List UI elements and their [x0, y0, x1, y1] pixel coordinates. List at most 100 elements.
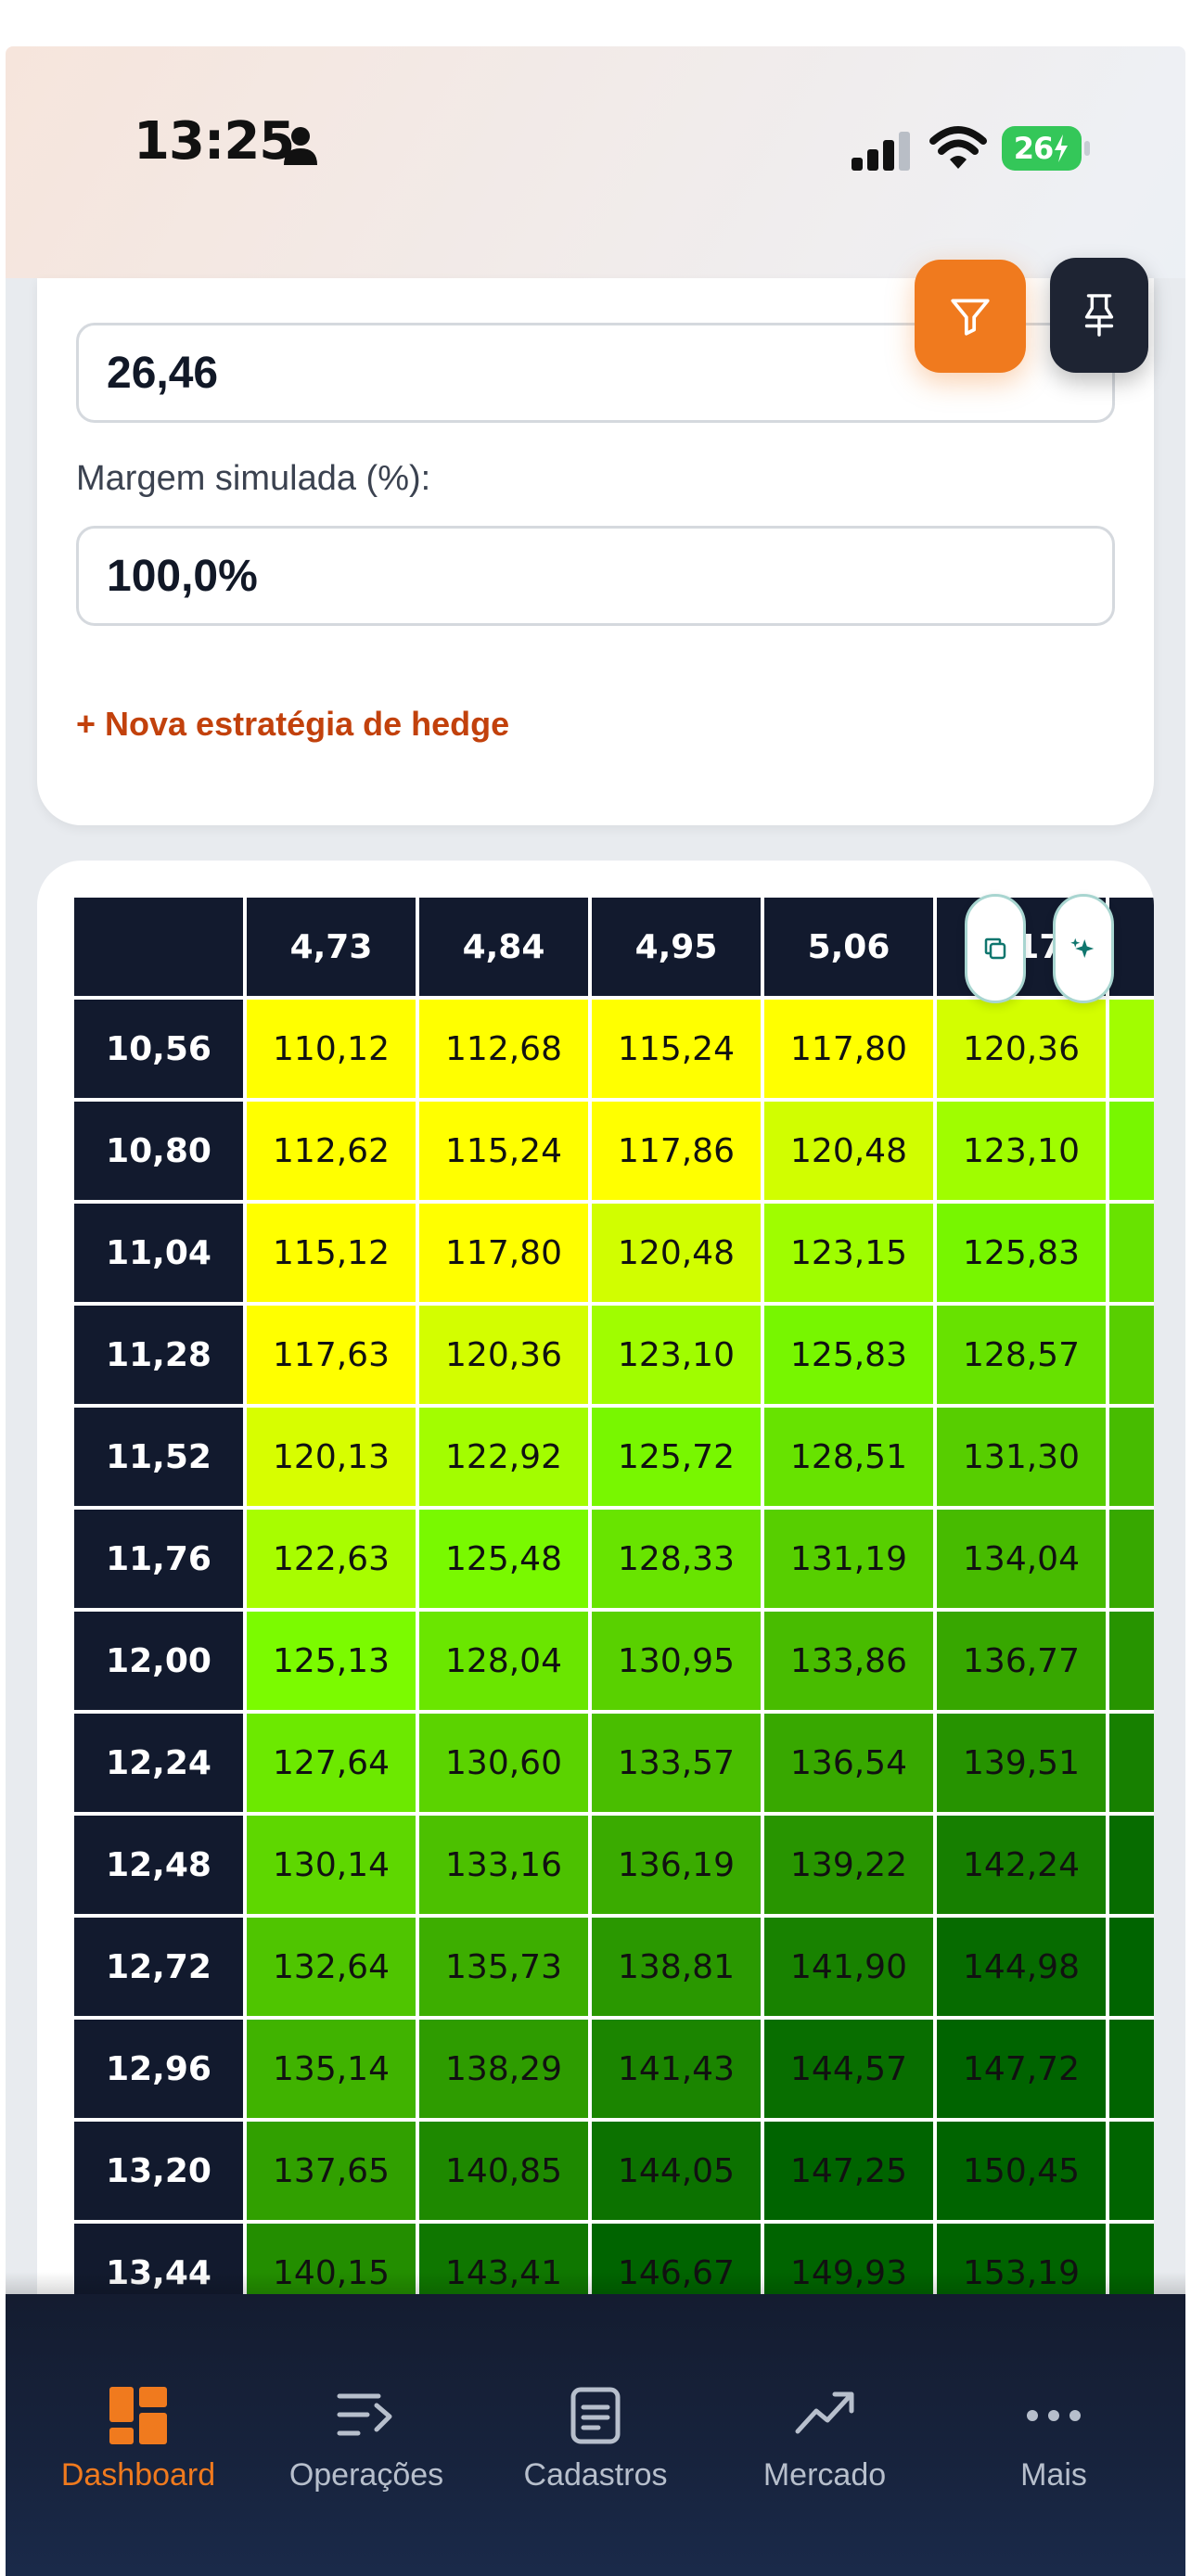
table-cell: 130,14 [247, 1816, 416, 1914]
nav-item-operations[interactable] [255, 2387, 478, 2442]
table-cell: 147,25 [764, 2122, 933, 2220]
table-cell: 130,60 [419, 1714, 588, 1812]
column-header: 4,84 [419, 898, 588, 996]
sparkle-icon [1070, 937, 1095, 958]
row-header: 12,72 [74, 1918, 243, 2016]
row-header: 11,28 [74, 1306, 243, 1404]
table-cell: 14 [1109, 1714, 1154, 1812]
table-cell: 125,83 [937, 1204, 1106, 1302]
table-cell: 147,72 [937, 2020, 1106, 2118]
table-cell: 139,22 [764, 1816, 933, 1914]
nav-label-cadastros: Cadastros [523, 2457, 668, 2493]
column-header: 4,95 [592, 898, 761, 996]
table-corner-cell [74, 898, 243, 996]
copy-button[interactable] [965, 894, 1026, 1003]
row-header: 11,52 [74, 1408, 243, 1506]
table-cell: 123,15 [764, 1204, 933, 1302]
filter-icon [951, 299, 990, 336]
column-header: 5 [1109, 898, 1154, 996]
table-cell: 120,36 [937, 1000, 1106, 1098]
table-cell: 133,57 [592, 1714, 761, 1812]
nav-item-mercado[interactable] [713, 2387, 936, 2437]
table-cell: 13 [1109, 1306, 1154, 1404]
table-cell: 122,63 [247, 1510, 416, 1608]
row-header: 11,76 [74, 1510, 243, 1608]
table-cell: 112,62 [247, 1102, 416, 1200]
wifi-icon [929, 126, 987, 169]
table-cell: 120,48 [592, 1204, 761, 1302]
nav-label-dashboard: Dashboard [60, 2457, 216, 2493]
table-cell: 13 [1109, 1408, 1154, 1506]
filter-button[interactable] [915, 260, 1026, 373]
pin-button[interactable] [1050, 258, 1148, 373]
row-header: 11,04 [74, 1204, 243, 1302]
table-cell: 15 [1109, 2020, 1154, 2118]
table-cell: 13 [1109, 1612, 1154, 1710]
table-cell: 135,73 [419, 1918, 588, 2016]
table-cell: 144,57 [764, 2020, 933, 2118]
table-cell: 141,43 [592, 2020, 761, 2118]
table-cell: 117,86 [592, 1102, 761, 1200]
sensitivity-table[interactable]: 4,734,844,955,065,17510,56110,12112,6811… [74, 898, 1154, 2307]
table-cell: 140,85 [419, 2122, 588, 2220]
table-cell: 131,19 [764, 1510, 933, 1608]
table-cell: 120,48 [764, 1102, 933, 1200]
table-cell: 128,51 [764, 1408, 933, 1506]
table-cell: 127,64 [247, 1714, 416, 1812]
table-cell: 139,51 [937, 1714, 1106, 1812]
table-cell: 112,68 [419, 1000, 588, 1098]
row-header: 13,20 [74, 2122, 243, 2220]
dashboard-icon [109, 2387, 167, 2444]
signal-icon [852, 132, 910, 171]
battery-level: 26 [1013, 131, 1055, 166]
nav-item-mais[interactable] [942, 2387, 1165, 2444]
nav-item-dashboard[interactable] [27, 2387, 250, 2444]
table-cell: 137,65 [247, 2122, 416, 2220]
column-header: 4,73 [247, 898, 416, 996]
table-cell: 13 [1109, 1510, 1154, 1608]
table-cell: 12 [1109, 1000, 1154, 1098]
table-cell: 123,10 [592, 1306, 761, 1404]
table-cell: 125,13 [247, 1612, 416, 1710]
table-cell: 122,92 [419, 1408, 588, 1506]
table-cell: 142,24 [937, 1816, 1106, 1914]
copy-icon [984, 937, 1006, 960]
nav-label-mais: Mais [1020, 2457, 1087, 2493]
operations-icon [337, 2393, 392, 2436]
table-cell: 115,24 [592, 1000, 761, 1098]
battery-indicator: 26 [1002, 126, 1082, 171]
margin-input[interactable]: 100,0% [76, 526, 1115, 626]
table-cell: 141,90 [764, 1918, 933, 2016]
table-cell: 128,04 [419, 1612, 588, 1710]
nav-label-mercado: Mercado [762, 2457, 887, 2493]
table-cell: 120,36 [419, 1306, 588, 1404]
table-cell: 131,30 [937, 1408, 1106, 1506]
new-hedge-strategy-link[interactable]: + Nova estratégia de hedge [76, 705, 509, 744]
table-cell: 123,10 [937, 1102, 1106, 1200]
more-dots-icon [1027, 2410, 1081, 2421]
person-icon [284, 127, 317, 165]
row-header: 12,96 [74, 2020, 243, 2118]
table-cell: 134,04 [937, 1510, 1106, 1608]
status-time: 13:25 [134, 111, 295, 172]
charging-bolt-icon [1055, 134, 1069, 162]
table-cell: 117,63 [247, 1306, 416, 1404]
app-screen: 13:25 26 26,46 Margem simulada (%): 100,… [6, 46, 1185, 2576]
table-cell: 125,72 [592, 1408, 761, 1506]
table-cell: 136,19 [592, 1816, 761, 1914]
table-cell: 150,45 [937, 2122, 1106, 2220]
table-cell: 128,33 [592, 1510, 761, 1608]
row-header: 10,80 [74, 1102, 243, 1200]
row-header: 10,56 [74, 1000, 243, 1098]
table-cell: 125,48 [419, 1510, 588, 1608]
row-header: 12,00 [74, 1612, 243, 1710]
nav-label-operations: Operações [288, 2457, 444, 2493]
row-header: 12,48 [74, 1816, 243, 1914]
nav-item-cadastros[interactable] [484, 2387, 707, 2444]
table-cell: 144,98 [937, 1918, 1106, 2016]
table-cell: 136,54 [764, 1714, 933, 1812]
table-cell: 133,16 [419, 1816, 588, 1914]
trending-up-icon [795, 2391, 854, 2434]
table-cell: 128,57 [937, 1306, 1106, 1404]
magic-button[interactable] [1053, 894, 1114, 1003]
